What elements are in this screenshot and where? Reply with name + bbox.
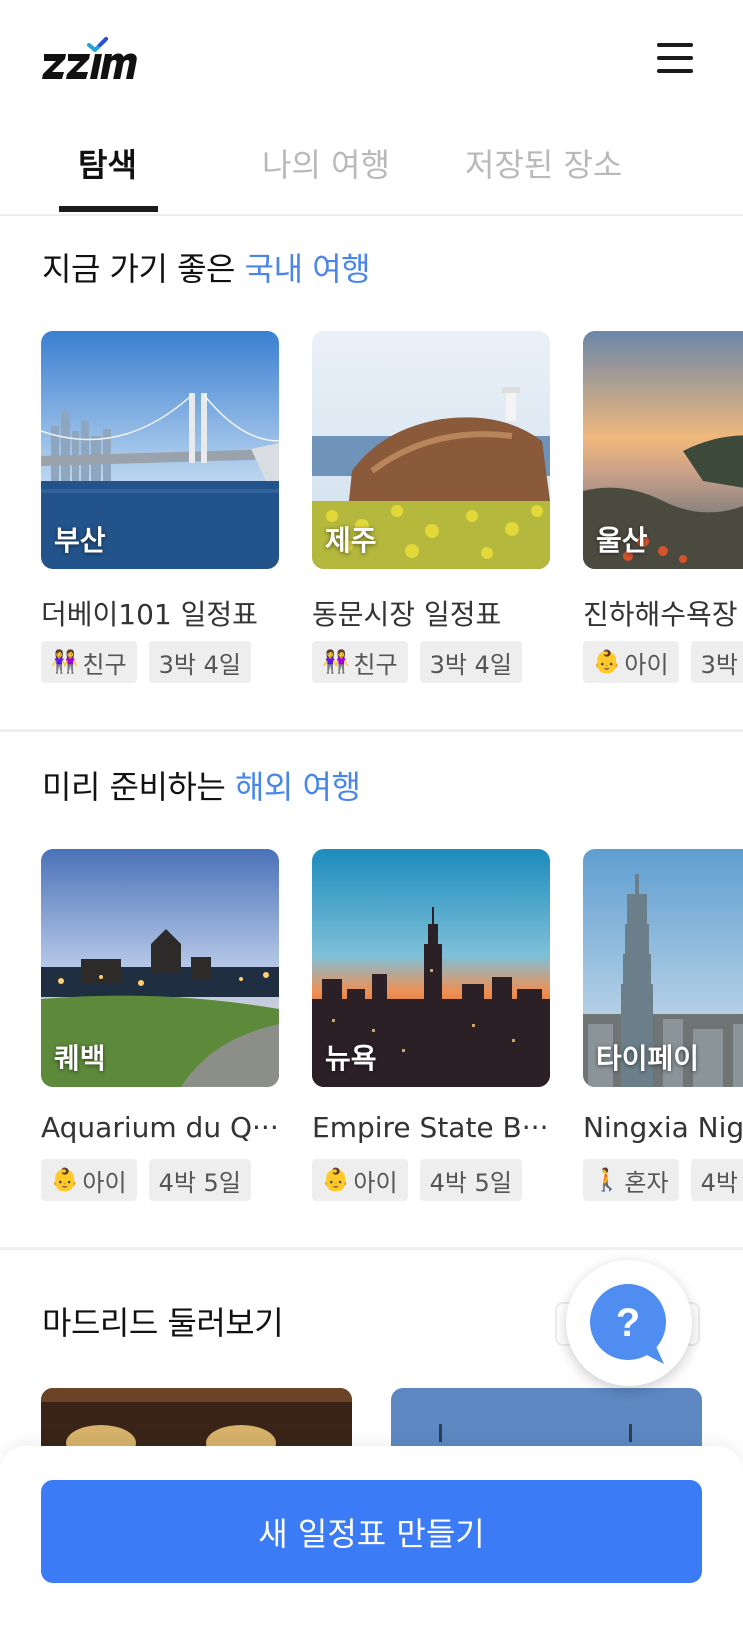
domestic-title-highlight: 국내 여행 (244, 250, 371, 288)
trip-card[interactable]: 제주 동문시장 일정표 👭 친구 3박 4일 (312, 331, 550, 691)
card-tags: 🚶혼자 4박 5일 (583, 1159, 743, 1201)
active-tab-indicator (59, 206, 158, 212)
help-label: ? (616, 1301, 640, 1345)
trip-card[interactable]: 뉴욕 Empire State B··· 👶 아이 4박 5일 (312, 849, 550, 1209)
card-tags: 👶아이 3박 4일 (583, 641, 743, 683)
companion-label: 아이 (353, 1168, 398, 1197)
tab-my-trips[interactable]: 나의 여행 (262, 140, 390, 186)
companion-tag: 🚶 혼자 (583, 1159, 679, 1201)
duration-tag: 4박 5일 (148, 1159, 251, 1201)
madrid-card-image-2[interactable] (391, 1388, 702, 1448)
card-title: Aquarium du Q··· (41, 1111, 279, 1144)
companion-label: 친구 (82, 650, 127, 679)
help-button[interactable]: ? (566, 1260, 692, 1386)
duration-tag: 3박 4일 (148, 641, 251, 683)
overseas-carousel[interactable]: 퀘백 Aquarium du Q··· 👶 아이 4박 5일 뉴욕 Empire … (0, 849, 743, 1209)
card-tags: 👶 아이 4박 5일 (312, 1159, 522, 1201)
domestic-section-title: 지금 가기 좋은 국내 여행 (42, 244, 371, 290)
menu-line (657, 69, 693, 73)
trip-card[interactable]: 부산 더베이101 일정표 👭 친구 3박 4일 (41, 331, 279, 691)
card-city-label: 타이페이 (596, 1042, 700, 1075)
overseas-title-prefix: 미리 준비하는 (42, 768, 235, 806)
solo-walker-icon: 🚶 (593, 1167, 621, 1193)
hamburger-menu-icon[interactable] (652, 38, 698, 78)
trip-card[interactable]: 울산 진하해수욕장 👶아이 3박 4일 (583, 331, 743, 691)
friends-icon: 👭 (322, 649, 350, 675)
duration-tag: 3박 4일 (690, 641, 743, 683)
domestic-carousel[interactable]: 부산 더베이101 일정표 👭 친구 3박 4일 제주 동문시장 일정표 👭 친구 (0, 331, 743, 691)
card-title: Empire State B··· (312, 1111, 549, 1144)
baby-icon: 👶 (322, 1167, 350, 1193)
create-itinerary-button[interactable]: 새 일정표 만들기 (41, 1480, 702, 1583)
card-city-label: 울산 (596, 524, 648, 557)
companion-tag: 👭 친구 (41, 641, 137, 683)
card-tags: 👭 친구 3박 4일 (312, 641, 522, 683)
companion-label: 아이 (624, 650, 669, 679)
card-title: 진하해수욕장 (583, 598, 738, 631)
card-tags: 👭 친구 3박 4일 (41, 641, 251, 683)
duration-tag: 4박 5일 (690, 1159, 743, 1201)
duration-tag: 4박 5일 (419, 1159, 522, 1201)
card-title: 더베이101 일정표 (41, 598, 258, 631)
overseas-section-title: 미리 준비하는 해외 여행 (42, 762, 361, 808)
companion-label: 혼자 (624, 1168, 669, 1197)
companion-tag: 👶 아이 (583, 641, 679, 683)
companion-tag: 👭 친구 (312, 641, 408, 683)
baby-icon: 👶 (593, 649, 621, 675)
trip-card[interactable]: 퀘백 Aquarium du Q··· 👶 아이 4박 5일 (41, 849, 279, 1209)
domestic-title-prefix: 지금 가기 좋은 (42, 250, 245, 288)
app-header (0, 0, 743, 120)
tab-saved-places[interactable]: 저장된 장소 (465, 140, 622, 186)
card-title: Ningxia Night (583, 1111, 743, 1144)
trip-card[interactable]: 타이페이 Ningxia Night 🚶혼자 4박 5일 (583, 849, 743, 1209)
duration-tag: 3박 4일 (419, 641, 522, 683)
companion-tag: 👶 아이 (41, 1159, 137, 1201)
main-tabs: 탐색 나의 여행 저장된 장소 (0, 130, 743, 216)
card-city-label: 부산 (54, 524, 106, 557)
bottom-action-sheet: 새 일정표 만들기 (0, 1446, 743, 1652)
overseas-title-highlight: 해외 여행 (234, 768, 361, 806)
card-city-label: 뉴욕 (325, 1042, 377, 1075)
menu-line (657, 56, 693, 60)
card-tags: 👶 아이 4박 5일 (41, 1159, 251, 1201)
zzim-logo[interactable] (42, 36, 146, 84)
baby-icon: 👶 (51, 1167, 79, 1193)
madrid-card-image-1[interactable] (41, 1388, 352, 1448)
card-title: 동문시장 일정표 (312, 598, 502, 631)
card-city-label: 제주 (325, 524, 377, 557)
madrid-section-title: 마드리드 둘러보기 (42, 1304, 284, 1342)
menu-line (657, 43, 693, 47)
companion-label: 아이 (82, 1168, 127, 1197)
companion-tag: 👶 아이 (312, 1159, 408, 1201)
section-divider (0, 1247, 743, 1250)
section-divider (0, 729, 743, 732)
card-city-label: 퀘백 (54, 1042, 106, 1075)
tab-explore[interactable]: 탐색 (78, 140, 137, 186)
friends-icon: 👭 (51, 649, 79, 675)
help-question-icon: ? (590, 1284, 666, 1364)
companion-label: 친구 (353, 650, 398, 679)
